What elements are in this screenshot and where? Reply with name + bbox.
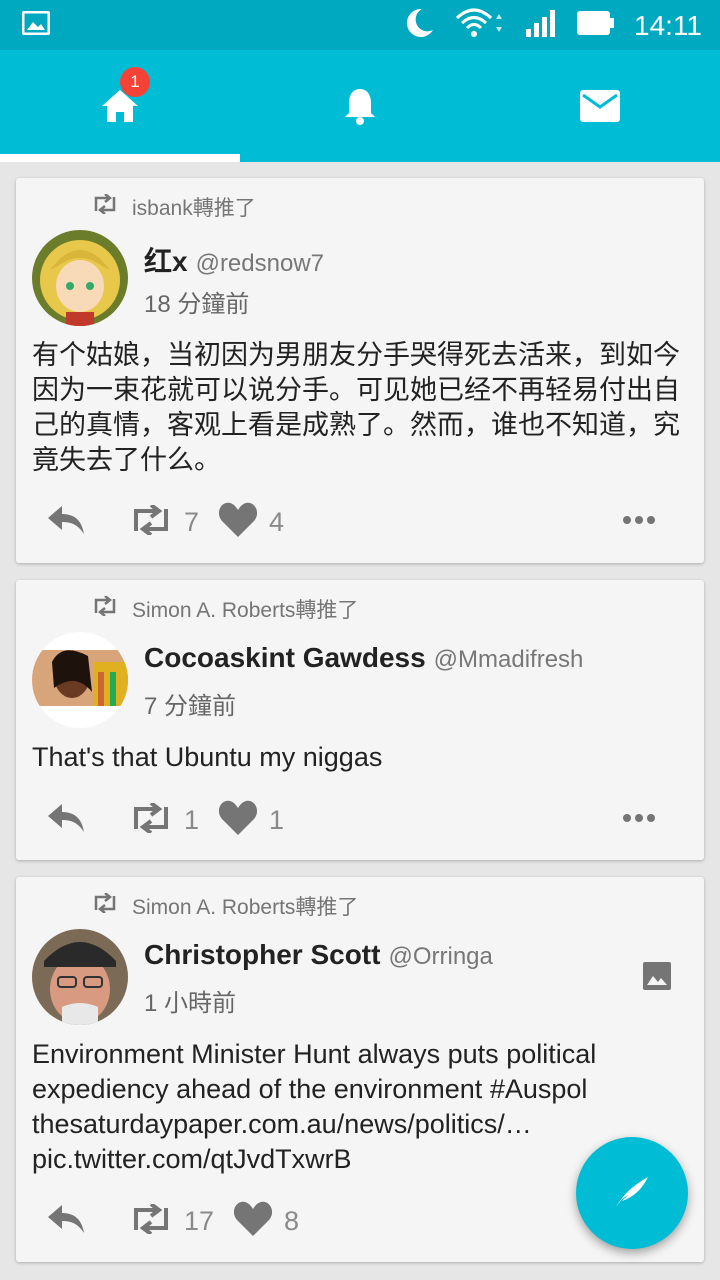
timestamp: 7 分鐘前	[144, 693, 237, 720]
heart-icon[interactable]	[232, 1200, 274, 1243]
reply-icon[interactable]	[46, 1203, 86, 1240]
username[interactable]: @Mmadifresh	[434, 646, 584, 674]
heart-icon[interactable]	[217, 501, 259, 544]
battery-icon	[576, 9, 616, 42]
tweet-actions: 7 4	[46, 500, 284, 544]
like-count: 4	[269, 506, 285, 537]
tab-notifications[interactable]	[240, 50, 480, 162]
retweet-icon	[90, 892, 120, 919]
more-options-icon[interactable]	[622, 810, 656, 828]
retweet-icon	[90, 193, 120, 220]
retweet-button-icon[interactable]	[128, 800, 174, 838]
heart-icon[interactable]	[217, 799, 259, 842]
do-not-disturb-moon-icon	[402, 6, 436, 45]
avatar[interactable]	[32, 230, 128, 326]
compose-tweet-button[interactable]	[576, 1137, 688, 1249]
tab-messages[interactable]	[480, 50, 720, 162]
reply-icon[interactable]	[46, 504, 86, 541]
retweeted-by-label: isbank轉推了	[132, 197, 256, 220]
reply-icon[interactable]	[46, 802, 86, 839]
avatar[interactable]	[32, 632, 128, 728]
status-bar: 14:11	[0, 0, 720, 50]
more-options-icon[interactable]	[622, 512, 656, 530]
retweeted-by-label: Simon A. Roberts轉推了	[132, 896, 359, 919]
avatar[interactable]	[32, 929, 128, 1025]
feather-quill-icon	[612, 1171, 652, 1216]
tab-home[interactable]: 1	[0, 50, 240, 162]
timestamp: 18 分鐘前	[144, 291, 250, 318]
tab-bar: 1	[0, 50, 720, 162]
bell-icon	[342, 86, 378, 126]
retweet-button-icon[interactable]	[128, 1201, 174, 1239]
retweet-button-icon[interactable]	[128, 502, 174, 540]
username[interactable]: @redsnow7	[196, 250, 324, 278]
retweet-icon	[90, 595, 120, 622]
tweet-text: Environment Minister Hunt always puts po…	[32, 1037, 682, 1177]
retweet-context: Simon A. Roberts轉推了	[90, 594, 358, 624]
tweet-text: That's that Ubuntu my niggas	[32, 742, 383, 772]
tweet-link[interactable]: thesaturdaypaper.com.au/news/politics/…	[32, 1107, 682, 1142]
retweet-count: 1	[184, 804, 200, 835]
status-time: 14:11	[634, 9, 702, 41]
like-count: 8	[284, 1205, 300, 1236]
display-name[interactable]: Cocoaskint Gawdess	[144, 642, 426, 674]
retweet-context: Simon A. Roberts轉推了	[90, 891, 358, 921]
tweet-text: 有个姑娘，当初因为男朋友分手哭得死去活来，到如今因为一束花就可以说分手。可见她已…	[32, 340, 680, 475]
retweeted-by-label: Simon A. Roberts轉推了	[132, 599, 359, 622]
username[interactable]: @Orringa	[388, 943, 492, 971]
retweet-count: 7	[184, 506, 200, 537]
gallery-notification-icon	[21, 10, 51, 40]
image-attachment-icon[interactable]	[642, 961, 672, 996]
mail-icon	[579, 89, 621, 123]
tweet-card[interactable]: Simon A. Roberts轉推了 Cocoaskint Gawdess @…	[16, 580, 704, 860]
display-name[interactable]: 红x	[144, 240, 188, 280]
retweet-count: 17	[184, 1205, 215, 1236]
home-notification-badge: 1	[120, 67, 150, 97]
tweet-actions: 1 1	[46, 798, 284, 842]
tweet-card[interactable]: isbank轉推了 红x @redsnow7 18 分鐘前 有个姑娘，当初因为男…	[16, 178, 704, 563]
tweet-text-line: Environment Minister Hunt always puts po…	[32, 1039, 597, 1069]
wifi-icon	[454, 6, 506, 45]
signal-icon	[524, 8, 558, 43]
tweet-text-line: expediency ahead of the environment #Aus…	[32, 1074, 588, 1104]
tweet-actions: 17 8	[46, 1199, 299, 1243]
retweet-context: isbank轉推了	[90, 192, 256, 222]
like-count: 1	[269, 804, 285, 835]
timestamp: 1 小時前	[144, 990, 237, 1017]
active-tab-indicator	[0, 154, 240, 162]
display-name[interactable]: Christopher Scott	[144, 939, 380, 971]
